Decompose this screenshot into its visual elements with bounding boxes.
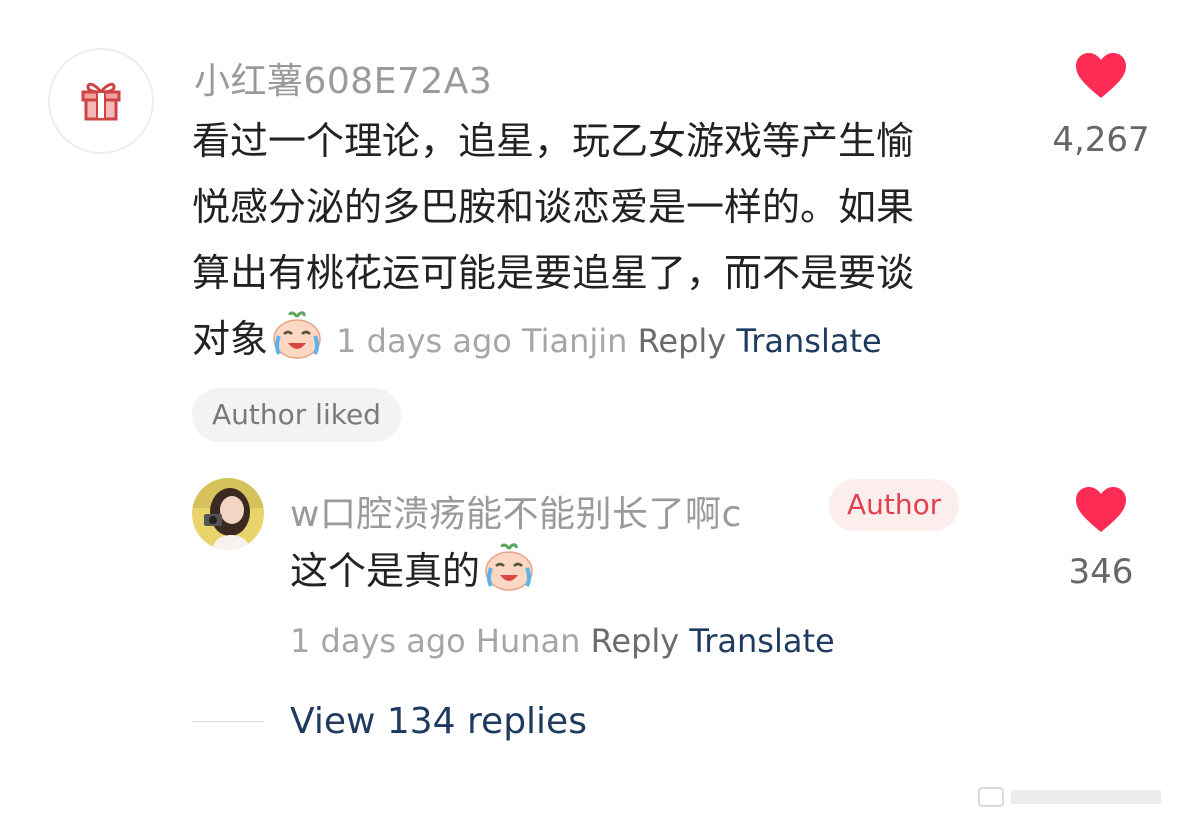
watermark-logo [977, 784, 1167, 814]
reply-like-count: 346 [1068, 552, 1134, 592]
reply-text-row: 这个是真的 [290, 538, 536, 612]
author-badge: Author [829, 479, 960, 531]
comment-text-line: 看过一个理论，追星，玩乙女游戏等产生愉 [192, 119, 915, 163]
translate-button[interactable]: Translate [736, 322, 881, 360]
reply-time: 1 days ago [290, 622, 466, 660]
profile-photo [192, 478, 264, 550]
author-liked-badge: Author liked [192, 388, 401, 442]
reply-button[interactable]: Reply [591, 622, 680, 660]
like-button[interactable] [1074, 52, 1128, 104]
comment-text-line: 悦感分泌的多巴胺和谈恋爱是一样的。如果 [192, 185, 915, 229]
translate-button[interactable]: Translate [689, 622, 834, 660]
like-count: 4,267 [1052, 120, 1150, 160]
heart-icon [1076, 487, 1126, 532]
crying-laughing-emoji-icon [482, 542, 536, 612]
comment-location: Tianjin [522, 322, 628, 360]
reply-username[interactable]: w口腔溃疡能不能别长了啊c [290, 485, 742, 537]
comment-text-line: 算出有桃花运可能是要追星了，而不是要谈 [192, 251, 915, 295]
comment-text-line: 对象 [192, 317, 269, 361]
gift-icon [81, 82, 121, 121]
reply-location: Hunan [475, 622, 581, 660]
heart-icon [1076, 53, 1126, 98]
comment-username[interactable]: 小红薯608E72A3 [194, 52, 492, 104]
divider [192, 721, 264, 722]
reply-button[interactable]: Reply [638, 322, 727, 360]
avatar[interactable] [48, 48, 154, 154]
comment-text: 看过一个理论，追星，玩乙女游戏等产生愉 悦感分泌的多巴胺和谈恋爱是一样的。如果 … [192, 108, 1012, 380]
crying-laughing-emoji-icon [270, 310, 324, 380]
comment-text-last-line: 对象 1 days ago Tianjin Reply Translate [192, 306, 1012, 380]
reply-avatar[interactable] [192, 478, 264, 550]
comment-time: 1 days ago [336, 322, 512, 360]
reply-like-button[interactable] [1074, 486, 1128, 538]
comment-meta: 1 days ago Tianjin Reply Translate [336, 322, 882, 360]
reply-meta: 1 days ago Hunan Reply Translate [290, 622, 835, 660]
reply-text: 这个是真的 [290, 549, 481, 593]
view-replies-link[interactable]: View 134 replies [290, 701, 587, 742]
